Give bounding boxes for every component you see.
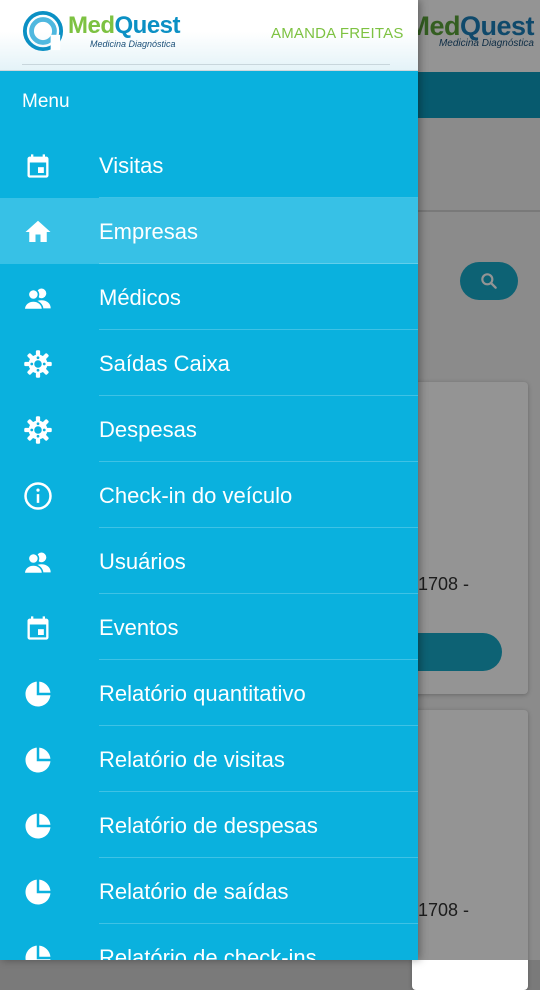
menu-item-relatorio-quantitativo[interactable]: Relatório quantitativo xyxy=(0,660,418,726)
menu-item-eventos[interactable]: Eventos xyxy=(0,594,418,660)
menu-item-label: Empresas xyxy=(99,219,199,244)
menu-item-usuarios[interactable]: Usuários xyxy=(0,528,418,594)
menu-title: Menu xyxy=(22,91,70,112)
user-name: AMANDA FREITAS xyxy=(271,25,404,42)
menu-item-label: Visitas xyxy=(99,153,164,178)
menu-item-relatorio-de-saidas[interactable]: Relatório de saídas xyxy=(0,858,418,924)
menu-item-saidas-caixa[interactable]: Saídas Caixa xyxy=(0,330,418,396)
pie-chart-icon xyxy=(23,679,53,709)
drawer-header: MedQuest Medicina Diagnóstica AMANDA FRE… xyxy=(0,0,418,71)
home-icon xyxy=(23,217,53,247)
menu-item-label: Saídas Caixa xyxy=(99,351,230,376)
pie-chart-icon xyxy=(23,877,53,907)
menu-item-label: Eventos xyxy=(99,615,179,640)
menu-item-relatorio-de-despesas[interactable]: Relatório de despesas xyxy=(0,792,418,858)
calendar-icon xyxy=(23,151,53,181)
header-divider xyxy=(22,64,390,65)
menu-item-label: Relatório quantitativo xyxy=(99,681,306,706)
menu-item-visitas[interactable]: Visitas xyxy=(0,132,418,198)
menu-item-despesas[interactable]: Despesas xyxy=(0,396,418,462)
menu-item-label: Despesas xyxy=(99,417,197,442)
menu-item-label: Check-in do veículo xyxy=(99,483,293,508)
navigation-drawer: MedQuest Medicina Diagnóstica AMANDA FRE… xyxy=(0,0,418,960)
medquest-logo-icon xyxy=(22,10,64,52)
menu-item-label: Relatório de check-ins xyxy=(99,945,317,960)
menu-item-check-in-do-veiculo[interactable]: Check-in do veículo xyxy=(0,462,418,528)
menu-item-label: Relatório de despesas xyxy=(99,813,318,838)
menu-item-label: Relatório de visitas xyxy=(99,747,285,772)
pie-chart-icon xyxy=(23,943,53,960)
drawer-logo: MedQuest Medicina Diagnóstica xyxy=(22,10,181,52)
menu-item-medicos[interactable]: Médicos xyxy=(0,264,418,330)
menu-item-empresas[interactable]: Empresas xyxy=(0,198,418,264)
menu-item-label: Relatório de saídas xyxy=(99,879,289,904)
menu-item-label: Usuários xyxy=(99,549,186,574)
calendar-icon xyxy=(23,613,53,643)
gear-icon xyxy=(23,349,53,379)
pie-chart-icon xyxy=(23,745,53,775)
menu-item-label: Médicos xyxy=(99,285,181,310)
pie-chart-icon xyxy=(23,811,53,841)
people-icon xyxy=(23,283,53,313)
menu-item-relatorio-de-check-ins[interactable]: Relatório de check-ins xyxy=(0,924,418,960)
menu-item-relatorio-de-visitas[interactable]: Relatório de visitas xyxy=(0,726,418,792)
info-icon xyxy=(23,481,53,511)
gear-icon xyxy=(23,415,53,445)
menu-list: Visitas Empresas Médicos Saídas Caixa Despes… xyxy=(0,132,418,960)
people-icon xyxy=(23,547,53,577)
